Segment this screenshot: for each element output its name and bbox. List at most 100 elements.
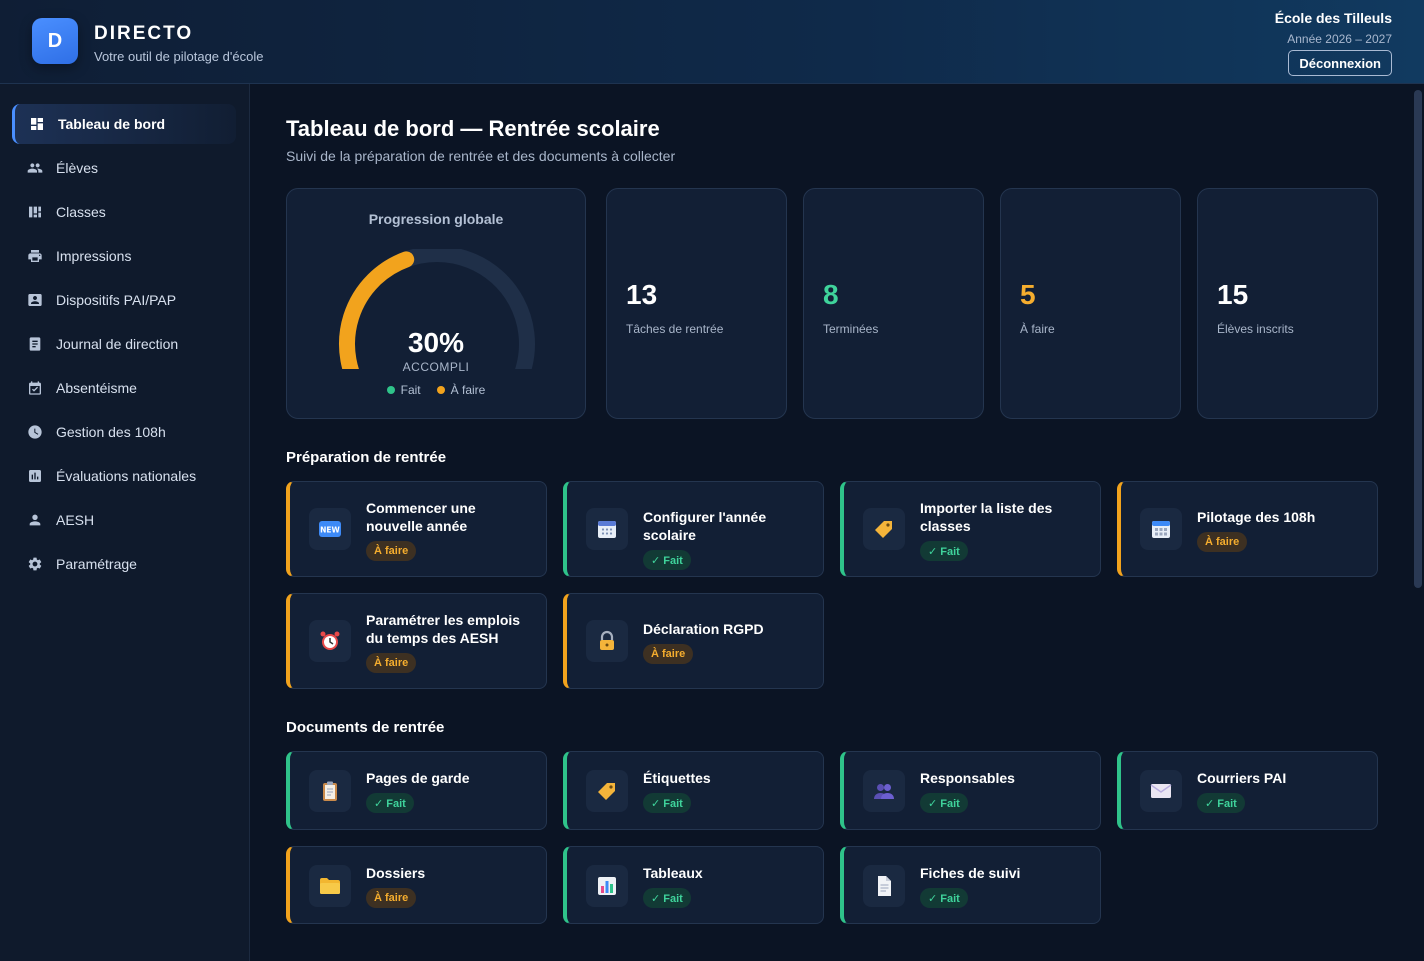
- dashboard-icon: [28, 115, 46, 133]
- lock-icon: [586, 620, 628, 662]
- task-card-new-year[interactable]: NEW Commencer une nouvelle année À faire: [286, 481, 547, 577]
- status-badge: ✓ Fait: [366, 793, 414, 813]
- stat-card-students: 15 Élèves inscrits: [1197, 188, 1378, 419]
- sidebar-item-prints[interactable]: Impressions: [12, 236, 236, 276]
- legend-todo-label: À faire: [450, 383, 486, 397]
- app-logo: D: [32, 18, 78, 64]
- sidebar-item-label: AESH: [56, 512, 95, 528]
- printer-icon: [26, 247, 44, 265]
- logout-button[interactable]: Déconnexion: [1288, 50, 1392, 76]
- task-label: Courriers PAI: [1197, 770, 1287, 786]
- page-scrollbar[interactable]: [1414, 90, 1422, 588]
- sidebar-item-pai-pap[interactable]: Dispositifs PAI/PAP: [12, 280, 236, 320]
- task-label: Paramétrer les emplois du temps des AESH: [366, 612, 521, 646]
- sidebar-item-label: Évaluations nationales: [56, 468, 197, 484]
- status-badge: ✓ Fait: [920, 541, 968, 561]
- gear-icon: [26, 555, 44, 573]
- stat-label: Tâches de rentrée: [626, 322, 724, 336]
- doc-card-guardians[interactable]: Responsables ✓ Fait: [840, 751, 1101, 830]
- sidebar-item-label: Paramétrage: [56, 556, 137, 572]
- section-title-preparation: Préparation de rentrée: [286, 449, 447, 466]
- sidebar-item-108h[interactable]: Gestion des 108h: [12, 412, 236, 452]
- progress-gauge-card: Progression globale 30% ACCOMPLI Fait À …: [286, 188, 586, 419]
- sidebar-item-label: Élèves: [56, 160, 99, 176]
- legend-todo: À faire: [436, 383, 486, 397]
- calendar-grid-icon: [1140, 508, 1182, 550]
- doc-card-folders[interactable]: Dossiers À faire: [286, 846, 547, 924]
- school-name: École des Tilleuls: [1274, 10, 1392, 26]
- status-badge: ✓ Fait: [643, 550, 691, 570]
- task-card-import-classes[interactable]: Importer la liste des classes ✓ Fait: [840, 481, 1101, 577]
- svg-text:NEW: NEW: [320, 526, 340, 535]
- new-icon: NEW: [309, 508, 351, 550]
- clock-icon: [26, 423, 44, 441]
- task-card-rgpd[interactable]: Déclaration RGPD À faire: [563, 593, 824, 689]
- status-badge: ✓ Fait: [643, 793, 691, 813]
- stat-value: 8: [823, 279, 839, 310]
- sidebar-item-classes[interactable]: Classes: [12, 192, 236, 232]
- stat-card-tasks: 13 Tâches de rentrée: [606, 188, 787, 419]
- task-label: Déclaration RGPD: [643, 621, 764, 637]
- status-badge: À faire: [366, 653, 417, 673]
- stat-value: 5: [1020, 279, 1036, 310]
- sidebar-item-evaluations[interactable]: Évaluations nationales: [12, 456, 236, 496]
- gauge-percent: 30%: [407, 327, 465, 358]
- calendar-icon: [26, 379, 44, 397]
- task-card-configure-year[interactable]: Configurer l'année scolaire ✓ Fait: [563, 481, 824, 577]
- stat-value: 15: [1217, 279, 1249, 310]
- folder-icon: [309, 865, 351, 907]
- sidebar-item-label: Gestion des 108h: [56, 424, 166, 440]
- school-year: Année 2026 – 2027: [1287, 32, 1392, 46]
- sidebar-item-settings[interactable]: Paramétrage: [12, 544, 236, 584]
- stat-label: Élèves inscrits: [1217, 322, 1294, 336]
- page-title: Tableau de bord — Rentrée scolaire: [286, 116, 660, 141]
- task-label: Commencer une nouvelle année: [366, 500, 476, 534]
- alarm-clock-icon: [309, 620, 351, 662]
- doc-card-tables[interactable]: Tableaux ✓ Fait: [563, 846, 824, 924]
- status-badge: ✓ Fait: [643, 888, 691, 908]
- task-card-aesh-schedule[interactable]: Paramétrer les emplois du temps des AESH…: [286, 593, 547, 689]
- doc-card-pai-letters[interactable]: Courriers PAI ✓ Fait: [1117, 751, 1378, 830]
- stat-label: À faire: [1020, 322, 1055, 336]
- stat-value: 13: [626, 279, 658, 310]
- sidebar: Tableau de bord Élèves Classes Impressio…: [0, 84, 250, 961]
- app-name: DIRECTO: [94, 23, 194, 44]
- sidebar-item-absences[interactable]: Absentéisme: [12, 368, 236, 408]
- stat-label: Terminées: [823, 322, 879, 336]
- task-card-108h[interactable]: Pilotage des 108h À faire: [1117, 481, 1378, 577]
- status-badge: ✓ Fait: [920, 888, 968, 908]
- task-label: Étiquettes: [643, 770, 711, 786]
- sidebar-item-journal[interactable]: Journal de direction: [12, 324, 236, 364]
- document-icon: [863, 865, 905, 907]
- notebook-icon: [26, 335, 44, 353]
- envelope-icon: [1140, 770, 1182, 812]
- app-tagline: Votre outil de pilotage d'école: [94, 49, 264, 64]
- tag-icon: [586, 770, 628, 812]
- status-badge: ✓ Fait: [1197, 793, 1245, 813]
- sidebar-item-students[interactable]: Élèves: [12, 148, 236, 188]
- doc-card-labels[interactable]: Étiquettes ✓ Fait: [563, 751, 824, 830]
- sidebar-item-label: Journal de direction: [56, 336, 179, 352]
- task-label: Pages de garde: [366, 770, 470, 786]
- badge-icon: [26, 291, 44, 309]
- gauge-title: Progression globale: [368, 211, 504, 227]
- doc-card-follow-up[interactable]: Fiches de suivi ✓ Fait: [840, 846, 1101, 924]
- stat-card-todo: 5 À faire: [1000, 188, 1181, 419]
- status-badge: À faire: [643, 644, 694, 664]
- sidebar-item-label: Tableau de bord: [58, 116, 166, 132]
- chart-icon: [586, 865, 628, 907]
- calendar-spiral-icon: [586, 508, 628, 550]
- sidebar-item-aesh[interactable]: AESH: [12, 500, 236, 540]
- legend-done-dot: [386, 386, 395, 394]
- task-label: Responsables: [920, 770, 1015, 786]
- legend-todo-dot: [436, 386, 445, 394]
- task-label: Importer la liste des classes: [920, 500, 1053, 534]
- app-header: D DIRECTO Votre outil de pilotage d'écol…: [0, 0, 1424, 84]
- sidebar-item-dashboard[interactable]: Tableau de bord: [12, 104, 236, 144]
- status-badge: À faire: [366, 541, 417, 561]
- bar-chart-icon: [26, 467, 44, 485]
- gauge-legend: Fait À faire: [287, 383, 585, 397]
- task-label: Dossiers: [366, 865, 426, 881]
- person-icon: [26, 511, 44, 529]
- doc-card-cover-pages[interactable]: Pages de garde ✓ Fait: [286, 751, 547, 830]
